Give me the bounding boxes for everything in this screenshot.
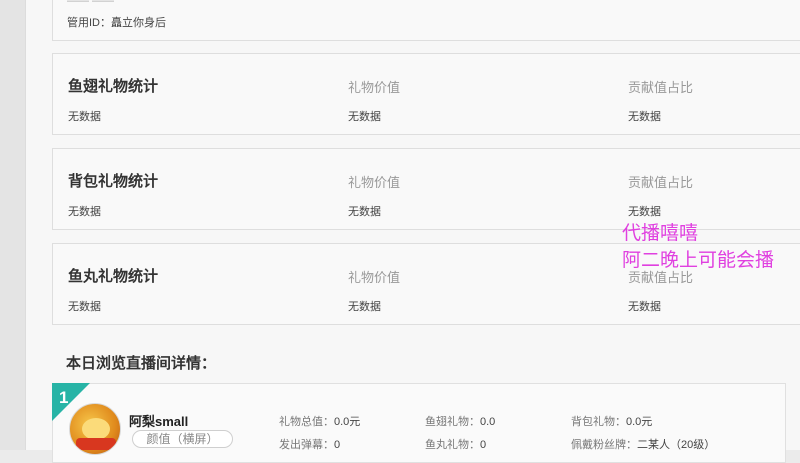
danmu-value: 0: [334, 439, 341, 451]
no-data-text: 无数据: [68, 111, 101, 123]
stats-title: 鱼丸礼物统计: [68, 268, 159, 285]
gift-total-value: 0.0元: [334, 416, 361, 428]
contribution-ratio-header: 贡献值占比: [628, 175, 694, 190]
no-data-text: 无数据: [68, 301, 101, 313]
no-data-text: 无数据: [68, 206, 101, 218]
yuwan-label: 鱼丸礼物：: [425, 439, 480, 451]
no-data-text: 无数据: [348, 301, 381, 313]
manager-id-value: 矗立你身后: [111, 17, 166, 29]
overlay-caption-line2: 阿二晚上可能会播: [622, 250, 775, 271]
danmu-label: 发出弹幕：: [279, 439, 334, 451]
manager-id: 管用ID：矗立你身后: [67, 14, 166, 30]
yuwan-value: 0: [480, 439, 487, 451]
overlay-caption-line1: 代播嘻嘻: [622, 223, 699, 244]
bag-label: 背包礼物：: [571, 416, 626, 428]
yuchi-label: 鱼翅礼物：: [425, 416, 480, 428]
manager-card: —— —— 管用ID：矗立你身后: [52, 0, 800, 41]
yuchi-gift-stats-card: 鱼翅礼物统计 礼物价值 贡献值占比 无数据 无数据 无数据: [52, 53, 800, 135]
host-name[interactable]: 阿梨small: [129, 411, 188, 430]
no-data-text: 无数据: [348, 111, 381, 123]
stats-title: 鱼翅礼物统计: [68, 78, 159, 95]
left-gutter: [0, 0, 26, 450]
room-list-item[interactable]: 1 阿梨small 颜值（横屏） 礼物总值：0.0元 发出弹幕：0 鱼翅礼物：0…: [52, 383, 786, 463]
fan-badge-label: 佩戴粉丝牌：: [571, 439, 637, 451]
cut-off-text: —— ——: [67, 0, 115, 7]
bag-info: 背包礼物：0.0元: [571, 413, 652, 429]
yuchi-value: 0.0: [480, 416, 496, 428]
yuchi-info: 鱼翅礼物：0.0: [425, 413, 495, 429]
gift-value-header: 礼物价值: [348, 270, 401, 285]
category-tag: 颜值（横屏）: [132, 430, 233, 448]
no-data-text: 无数据: [628, 301, 661, 313]
gift-total-info: 礼物总值：0.0元: [279, 413, 360, 429]
avatar[interactable]: [69, 403, 121, 455]
fan-badge-value: 二某人（20级）: [637, 439, 716, 451]
rank-number: 1: [59, 388, 69, 407]
contribution-ratio-header: 贡献值占比: [628, 80, 694, 95]
no-data-text: 无数据: [628, 206, 661, 218]
room-details-title: 本日浏览直播间详情：: [66, 355, 217, 372]
gift-value-header: 礼物价值: [348, 80, 401, 95]
manager-id-label: 管用ID：: [67, 17, 111, 29]
bag-value: 0.0元: [626, 416, 653, 428]
stats-title: 背包礼物统计: [68, 173, 159, 190]
no-data-text: 无数据: [628, 111, 661, 123]
gift-value-header: 礼物价值: [348, 175, 401, 190]
no-data-text: 无数据: [348, 206, 381, 218]
gift-total-label: 礼物总值：: [279, 416, 334, 428]
